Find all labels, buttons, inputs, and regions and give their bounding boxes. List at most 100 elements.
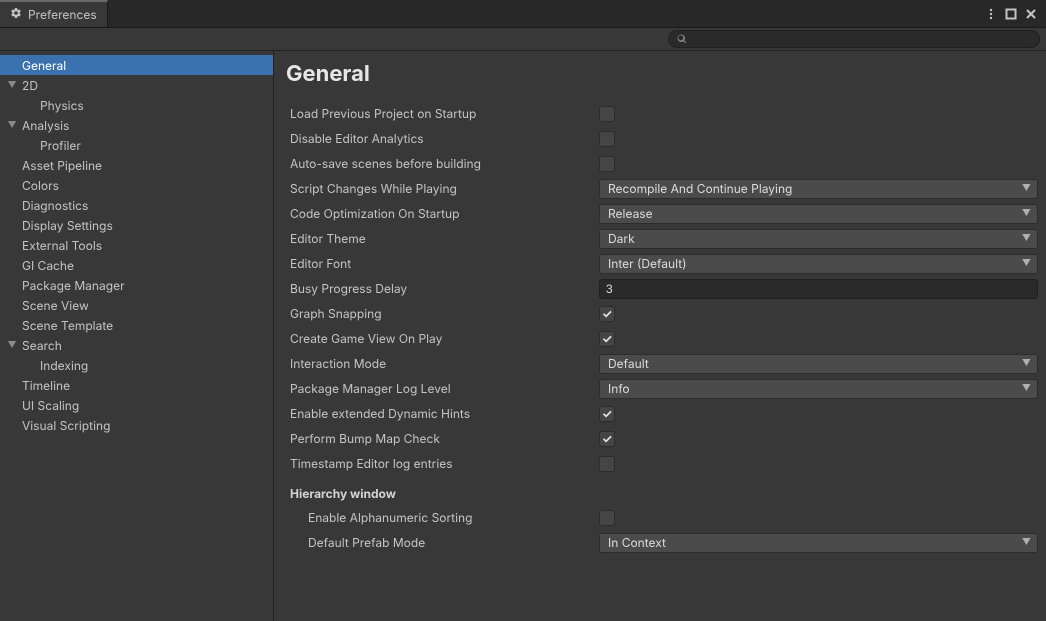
label-script-changes: Script Changes While Playing <box>286 181 599 196</box>
label-editor-theme: Editor Theme <box>286 231 599 246</box>
sidebar-item-2d[interactable]: ▼2D <box>0 75 273 95</box>
checkbox-timestamp-log[interactable] <box>599 456 615 472</box>
row-create-gameview: Create Game View On Play <box>286 326 1038 351</box>
chevron-down-icon: ▼ <box>1022 358 1031 369</box>
dropdown-value: Dark <box>608 231 635 246</box>
sidebar-item-asset-pipeline[interactable]: Asset Pipeline <box>0 155 273 175</box>
checkbox-alnum-sort[interactable] <box>599 510 615 526</box>
label-busy-delay: Busy Progress Delay <box>286 281 599 296</box>
sidebar-item-profiler[interactable]: Profiler <box>0 135 273 155</box>
toolbar <box>0 28 1046 51</box>
sidebar-item-scene-template[interactable]: Scene Template <box>0 315 273 335</box>
chevron-down-icon: ▼ <box>6 120 18 131</box>
sidebar-item-label: Search <box>22 338 62 353</box>
sidebar-item-label: Visual Scripting <box>22 418 110 433</box>
sidebar-item-timeline[interactable]: Timeline <box>0 375 273 395</box>
label-prefab-mode: Default Prefab Mode <box>286 535 599 550</box>
sidebar-item-external-tools[interactable]: External Tools <box>0 235 273 255</box>
sidebar-item-scene-view[interactable]: Scene View <box>0 295 273 315</box>
checkbox-graph-snap[interactable] <box>599 306 615 322</box>
sidebar-item-display-settings[interactable]: Display Settings <box>0 215 273 235</box>
checkbox-disable-analytics[interactable] <box>599 131 615 147</box>
row-disable-analytics: Disable Editor Analytics <box>286 126 1038 151</box>
row-bump-check: Perform Bump Map Check <box>286 426 1038 451</box>
section-hierarchy: Hierarchy window <box>286 476 1038 505</box>
search-input[interactable] <box>693 33 1031 45</box>
row-autosave: Auto-save scenes before building <box>286 151 1038 176</box>
tab-preferences[interactable]: Preferences <box>0 0 108 27</box>
label-create-gameview: Create Game View On Play <box>286 331 599 346</box>
sidebar-item-ui-scaling[interactable]: UI Scaling <box>0 395 273 415</box>
row-script-changes: Script Changes While Playing Recompile A… <box>286 176 1038 201</box>
row-prefab-mode: Default Prefab Mode In Context▼ <box>286 530 1038 555</box>
row-load-prev: Load Previous Project on Startup <box>286 101 1038 126</box>
dropdown-value: Inter (Default) <box>608 256 687 271</box>
sidebar-item-label: Indexing <box>40 358 88 373</box>
row-dyn-hints: Enable extended Dynamic Hints <box>286 401 1038 426</box>
sidebar-item-visual-scripting[interactable]: Visual Scripting <box>0 415 273 435</box>
search-field[interactable] <box>668 30 1040 48</box>
label-alnum-sort: Enable Alphanumeric Sorting <box>286 510 599 525</box>
dropdown-prefab-mode[interactable]: In Context▼ <box>599 533 1038 553</box>
dropdown-pkg-log[interactable]: Info▼ <box>599 379 1038 399</box>
label-dyn-hints: Enable extended Dynamic Hints <box>286 406 599 421</box>
dropdown-code-opt[interactable]: Release▼ <box>599 204 1038 224</box>
dropdown-value: Default <box>608 356 649 371</box>
row-timestamp-log: Timestamp Editor log entries <box>286 451 1038 476</box>
sidebar-item-gi-cache[interactable]: GI Cache <box>0 255 273 275</box>
dropdown-interaction-mode[interactable]: Default ▼ <box>599 354 1038 374</box>
sidebar-item-package-manager[interactable]: Package Manager <box>0 275 273 295</box>
dropdown-editor-theme[interactable]: Dark▼ <box>599 229 1038 249</box>
chevron-down-icon: ▼ <box>1022 183 1031 194</box>
row-editor-font: Editor Font Inter (Default)▼ <box>286 251 1038 276</box>
sidebar-item-label: General <box>22 58 66 73</box>
sidebar-item-label: GI Cache <box>22 258 74 273</box>
kebab-menu-icon[interactable] <box>984 7 998 21</box>
label-timestamp-log: Timestamp Editor log entries <box>286 456 599 471</box>
row-busy-delay: Busy Progress Delay <box>286 276 1038 301</box>
sidebar-item-label: Display Settings <box>22 218 113 233</box>
chevron-down-icon: ▼ <box>6 340 18 351</box>
dropdown-script-changes[interactable]: Recompile And Continue Playing ▼ <box>599 179 1038 199</box>
checkbox-bump-check[interactable] <box>599 431 615 447</box>
sidebar-item-label: Asset Pipeline <box>22 158 102 173</box>
checkbox-create-gameview[interactable] <box>599 331 615 347</box>
sidebar-item-general[interactable]: General <box>0 55 273 75</box>
row-pkg-log: Package Manager Log Level Info▼ <box>286 376 1038 401</box>
sidebar-item-physics[interactable]: Physics <box>0 95 273 115</box>
row-code-opt: Code Optimization On Startup Release▼ <box>286 201 1038 226</box>
checkbox-autosave[interactable] <box>599 156 615 172</box>
dropdown-editor-font[interactable]: Inter (Default) ▼ <box>599 254 1038 274</box>
search-icon <box>677 32 687 47</box>
close-icon[interactable] <box>1024 7 1038 21</box>
maximize-icon[interactable] <box>1004 7 1018 21</box>
label-bump-check: Perform Bump Map Check <box>286 431 599 446</box>
checkbox-dyn-hints[interactable] <box>599 406 615 422</box>
sidebar-item-label: Physics <box>40 98 84 113</box>
dropdown-value: Info <box>608 381 630 396</box>
sidebar-item-label: UI Scaling <box>22 398 79 413</box>
chevron-down-icon: ▼ <box>1022 208 1031 219</box>
row-alnum-sort: Enable Alphanumeric Sorting <box>286 505 1038 530</box>
sidebar-item-indexing[interactable]: Indexing <box>0 355 273 375</box>
content-panel: General Load Previous Project on Startup… <box>274 51 1046 621</box>
label-load-prev: Load Previous Project on Startup <box>286 106 599 121</box>
label-autosave: Auto-save scenes before building <box>286 156 599 171</box>
checkbox-load-prev[interactable] <box>599 106 615 122</box>
sidebar-item-label: Scene Template <box>22 318 113 333</box>
sidebar-item-label: Timeline <box>22 378 70 393</box>
row-graph-snap: Graph Snapping <box>286 301 1038 326</box>
sidebar-item-search[interactable]: ▼ Search <box>0 335 273 355</box>
sidebar-item-colors[interactable]: Colors <box>0 175 273 195</box>
chevron-down-icon: ▼ <box>1022 537 1031 548</box>
sidebar-item-analysis[interactable]: ▼Analysis <box>0 115 273 135</box>
input-busy-delay[interactable] <box>599 279 1038 299</box>
chevron-down-icon: ▼ <box>1022 258 1031 269</box>
panel-heading: General <box>286 61 1038 87</box>
sidebar-item-label: External Tools <box>22 238 102 253</box>
dropdown-value: Recompile And Continue Playing <box>608 181 792 196</box>
sidebar-item-diagnostics[interactable]: Diagnostics <box>0 195 273 215</box>
gear-icon <box>10 7 22 22</box>
sidebar-item-label: Diagnostics <box>22 198 88 213</box>
tab-bar: Preferences <box>0 0 1046 28</box>
